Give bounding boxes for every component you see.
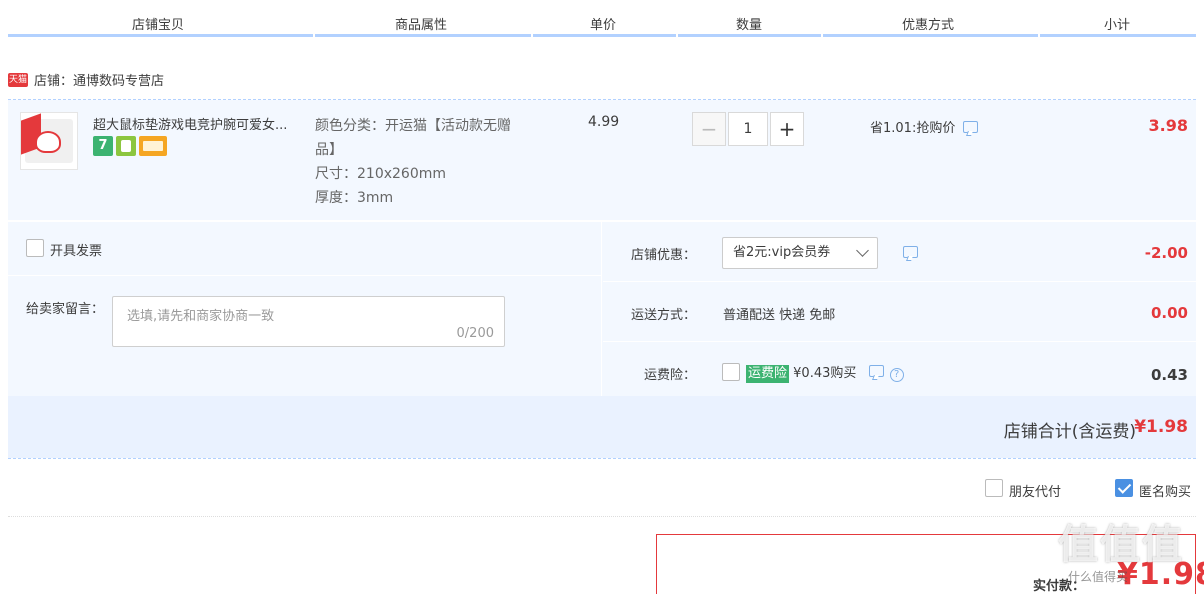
service-badges: 7 [93,136,167,156]
help-icon[interactable]: ? [889,368,904,382]
prop-size: 尺寸：210x260mm [315,166,447,182]
header-divider [823,34,1038,37]
seven-day-return-icon[interactable]: 7 [93,136,113,156]
shipping-row: 运送方式： 普通配送 快递 免邮 0.00 [603,282,1196,342]
prop-color: 颜色分类：开运猫【活动款无赠品】 [315,118,511,158]
prop-thickness: 厚度：3mm [315,190,394,206]
shop-total-label: 店铺合计(含运费) [1003,422,1136,442]
divider [8,458,1196,459]
insurance-amount: 0.43 [1150,366,1188,384]
insurance-checkbox[interactable] [722,363,740,381]
unit-price: 4.99 [588,114,620,130]
shipping-value: 普通配送 快递 免邮 [723,308,836,323]
message-icon[interactable] [963,120,979,133]
message-icon[interactable] [868,365,884,377]
qty-input[interactable]: 1 [728,112,768,146]
insurance-tag: 运费险 [746,365,790,383]
pay-amount: ¥1.98 [1117,557,1204,592]
friend-pay-label: 朋友代付 [1009,485,1062,500]
col-header-promo: 优惠方式 [902,18,955,33]
message-icon[interactable] [903,246,918,258]
pay-label: 实付款： [1033,579,1086,594]
col-header-qty: 数量 [736,18,763,33]
shop-name-link[interactable]: 店铺：通博数码专营店 [34,70,164,89]
message-label: 给卖家留言： [26,302,105,317]
qty-minus-button[interactable]: − [692,112,726,146]
cart-item-row: 超大鼠标垫游戏电竞护腕可爱女... 7 颜色分类：开运猫【活动款无赠品】 尺寸：… [8,100,1196,220]
coupon-select[interactable]: 省2元:vip会员券 [722,237,878,269]
cart-header: 店铺宝贝 商品属性 单价 数量 优惠方式 小计 [8,8,1196,38]
guarantee-icon[interactable] [116,136,136,156]
left-options: 开具发票 给卖家留言： 选填,请先和商家协商一致 0/200 [8,222,602,396]
item-subtotal: 3.98 [1148,116,1188,135]
invoice-row: 开具发票 [8,222,602,276]
shipping-label: 运送方式： [630,308,696,323]
shop-discount-row: 店铺优惠： 省2元:vip会员券 -2.00 [603,222,1196,282]
message-placeholder: 选填,请先和商家协商一致 [127,309,275,324]
header-divider [315,34,531,37]
header-divider [678,34,821,37]
anonymous-checkbox[interactable] [1115,479,1133,497]
col-header-item: 店铺宝贝 [132,18,185,33]
invoice-checkbox[interactable] [26,239,44,257]
shop-discount-amount: -2.00 [1144,244,1188,262]
shop-line: 天猫 店铺：通博数码专营店 [8,70,164,89]
order-options-panel: 开具发票 给卖家留言： 选填,请先和商家协商一致 0/200 店铺优惠： 省2元… [8,222,1196,458]
divider [8,516,1196,517]
col-header-props: 商品属性 [395,18,448,33]
shop-total-row: 店铺合计(含运费) ¥1.98 [8,396,1196,458]
anonymous-label: 匿名购买 [1139,485,1192,500]
invoice-label: 开具发票 [50,244,103,259]
shop-total-value: ¥1.98 [1134,417,1188,437]
coupon-selected: 省2元:vip会员券 [733,245,831,260]
payment-summary: 实付款： ¥1.98 [656,534,1204,594]
header-divider [8,34,313,37]
insurance-price: ¥0.43购买 [793,366,857,381]
promo-info: 省1.01:抢购价 [870,117,979,136]
quantity-stepper: − 1 + [692,112,804,146]
col-header-subtotal: 小计 [1104,18,1131,33]
product-title-link[interactable]: 超大鼠标垫游戏电竞护腕可爱女... [93,114,311,133]
seller-message-textarea[interactable]: 选填,请先和商家协商一致 0/200 [112,296,505,347]
qty-plus-button[interactable]: + [770,112,804,146]
header-divider [1040,34,1196,37]
promo-text: 省1.01:抢购价 [870,121,956,136]
friend-pay-checkbox[interactable] [985,479,1003,497]
header-divider [533,34,676,37]
shipping-amount: 0.00 [1150,304,1188,322]
insurance-info: 运费险 ¥0.43购买 ? [746,362,904,383]
col-header-price: 单价 [590,18,617,33]
product-properties: 颜色分类：开运猫【活动款无赠品】 尺寸：210x260mm 厚度：3mm [315,114,525,210]
chevron-down-icon [856,244,869,257]
product-thumbnail[interactable] [20,112,78,170]
shop-discount-label: 店铺优惠： [630,248,696,263]
insurance-label: 运费险： [643,368,696,383]
credit-card-icon[interactable] [139,136,167,156]
insurance-row: 运费险： 运费险 ¥0.43购买 ? 0.43 [603,342,1196,396]
tmall-icon: 天猫 [8,72,28,87]
message-counter: 0/200 [456,326,494,341]
cat-image [35,131,61,153]
